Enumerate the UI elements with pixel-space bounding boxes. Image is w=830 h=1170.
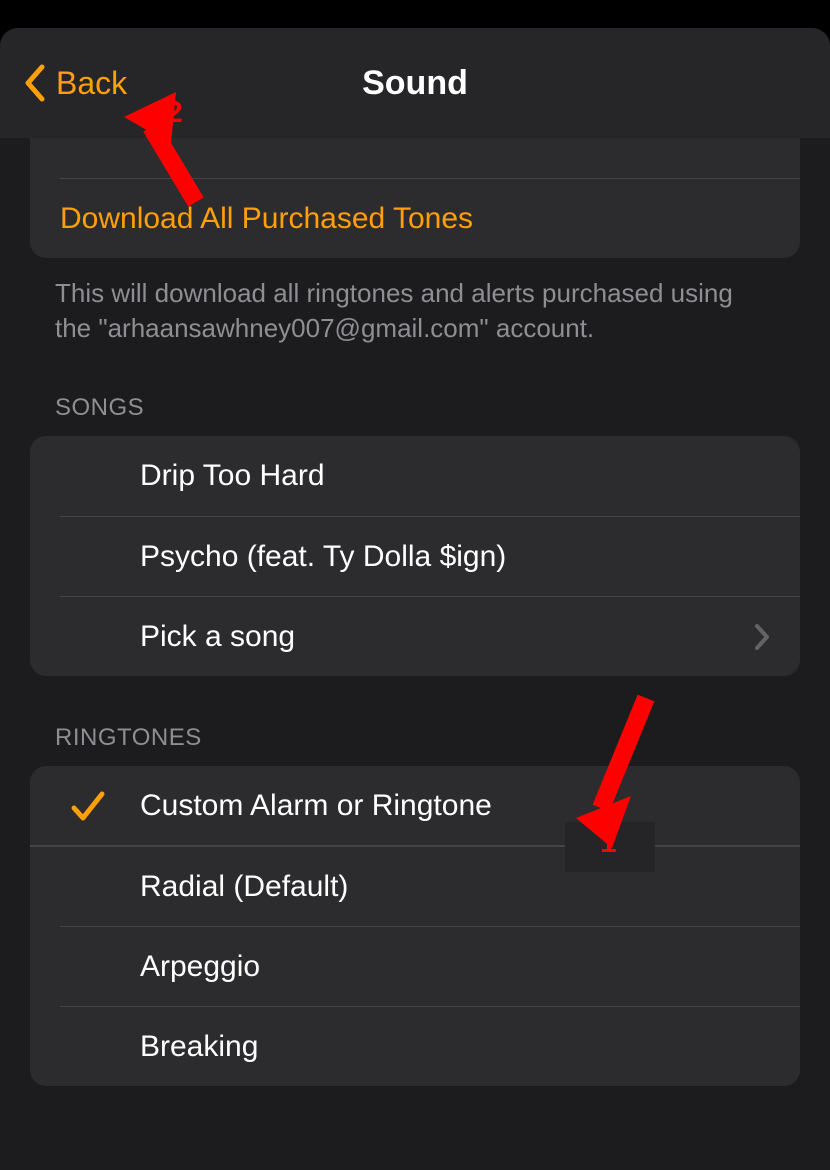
pick-a-song-button[interactable]: Pick a song [60, 596, 800, 676]
ringtone-label: Breaking [140, 1030, 258, 1064]
redaction-overlay [565, 822, 655, 872]
list-row-partial[interactable] [30, 138, 800, 178]
songs-header: SONGS [0, 346, 830, 436]
back-button[interactable]: Back [0, 63, 127, 103]
songs-group: Drip Too Hard Psycho (feat. Ty Dolla $ig… [30, 436, 800, 676]
download-all-tones-button[interactable]: Download All Purchased Tones [60, 178, 800, 258]
store-footer-text: This will download all ringtones and ale… [0, 258, 830, 346]
ringtone-row-selected[interactable]: Custom Alarm or Ringtone [30, 766, 800, 846]
ringtone-row[interactable]: Radial (Default) [30, 846, 800, 926]
song-label: Psycho (feat. Ty Dolla $ign) [140, 540, 506, 574]
download-all-label: Download All Purchased Tones [60, 202, 473, 236]
ringtones-group: Custom Alarm or Ringtone Radial (Default… [30, 766, 800, 1086]
pick-song-label: Pick a song [140, 620, 295, 654]
song-row[interactable]: Psycho (feat. Ty Dolla $ign) [60, 516, 800, 596]
back-label: Back [56, 65, 127, 102]
store-group: Download All Purchased Tones [30, 138, 800, 258]
ringtone-label: Custom Alarm or Ringtone [140, 789, 492, 823]
ringtones-header: RINGTONES [0, 676, 830, 766]
chevron-left-icon [22, 63, 46, 103]
song-row[interactable]: Drip Too Hard [30, 436, 800, 516]
checkmark-icon [68, 786, 108, 826]
ringtone-row[interactable]: Arpeggio [60, 926, 800, 1006]
ringtone-row[interactable]: Breaking [60, 1006, 800, 1086]
scroll-content[interactable]: Download All Purchased Tones This will d… [0, 138, 830, 1086]
ringtone-label: Radial (Default) [140, 870, 348, 904]
song-label: Drip Too Hard [140, 459, 325, 493]
navigation-bar: Back Sound [0, 28, 830, 138]
sound-settings-sheet: Back Sound Download All Purchased Tones … [0, 28, 830, 1170]
ringtone-label: Arpeggio [140, 950, 260, 984]
chevron-right-icon [754, 623, 770, 651]
